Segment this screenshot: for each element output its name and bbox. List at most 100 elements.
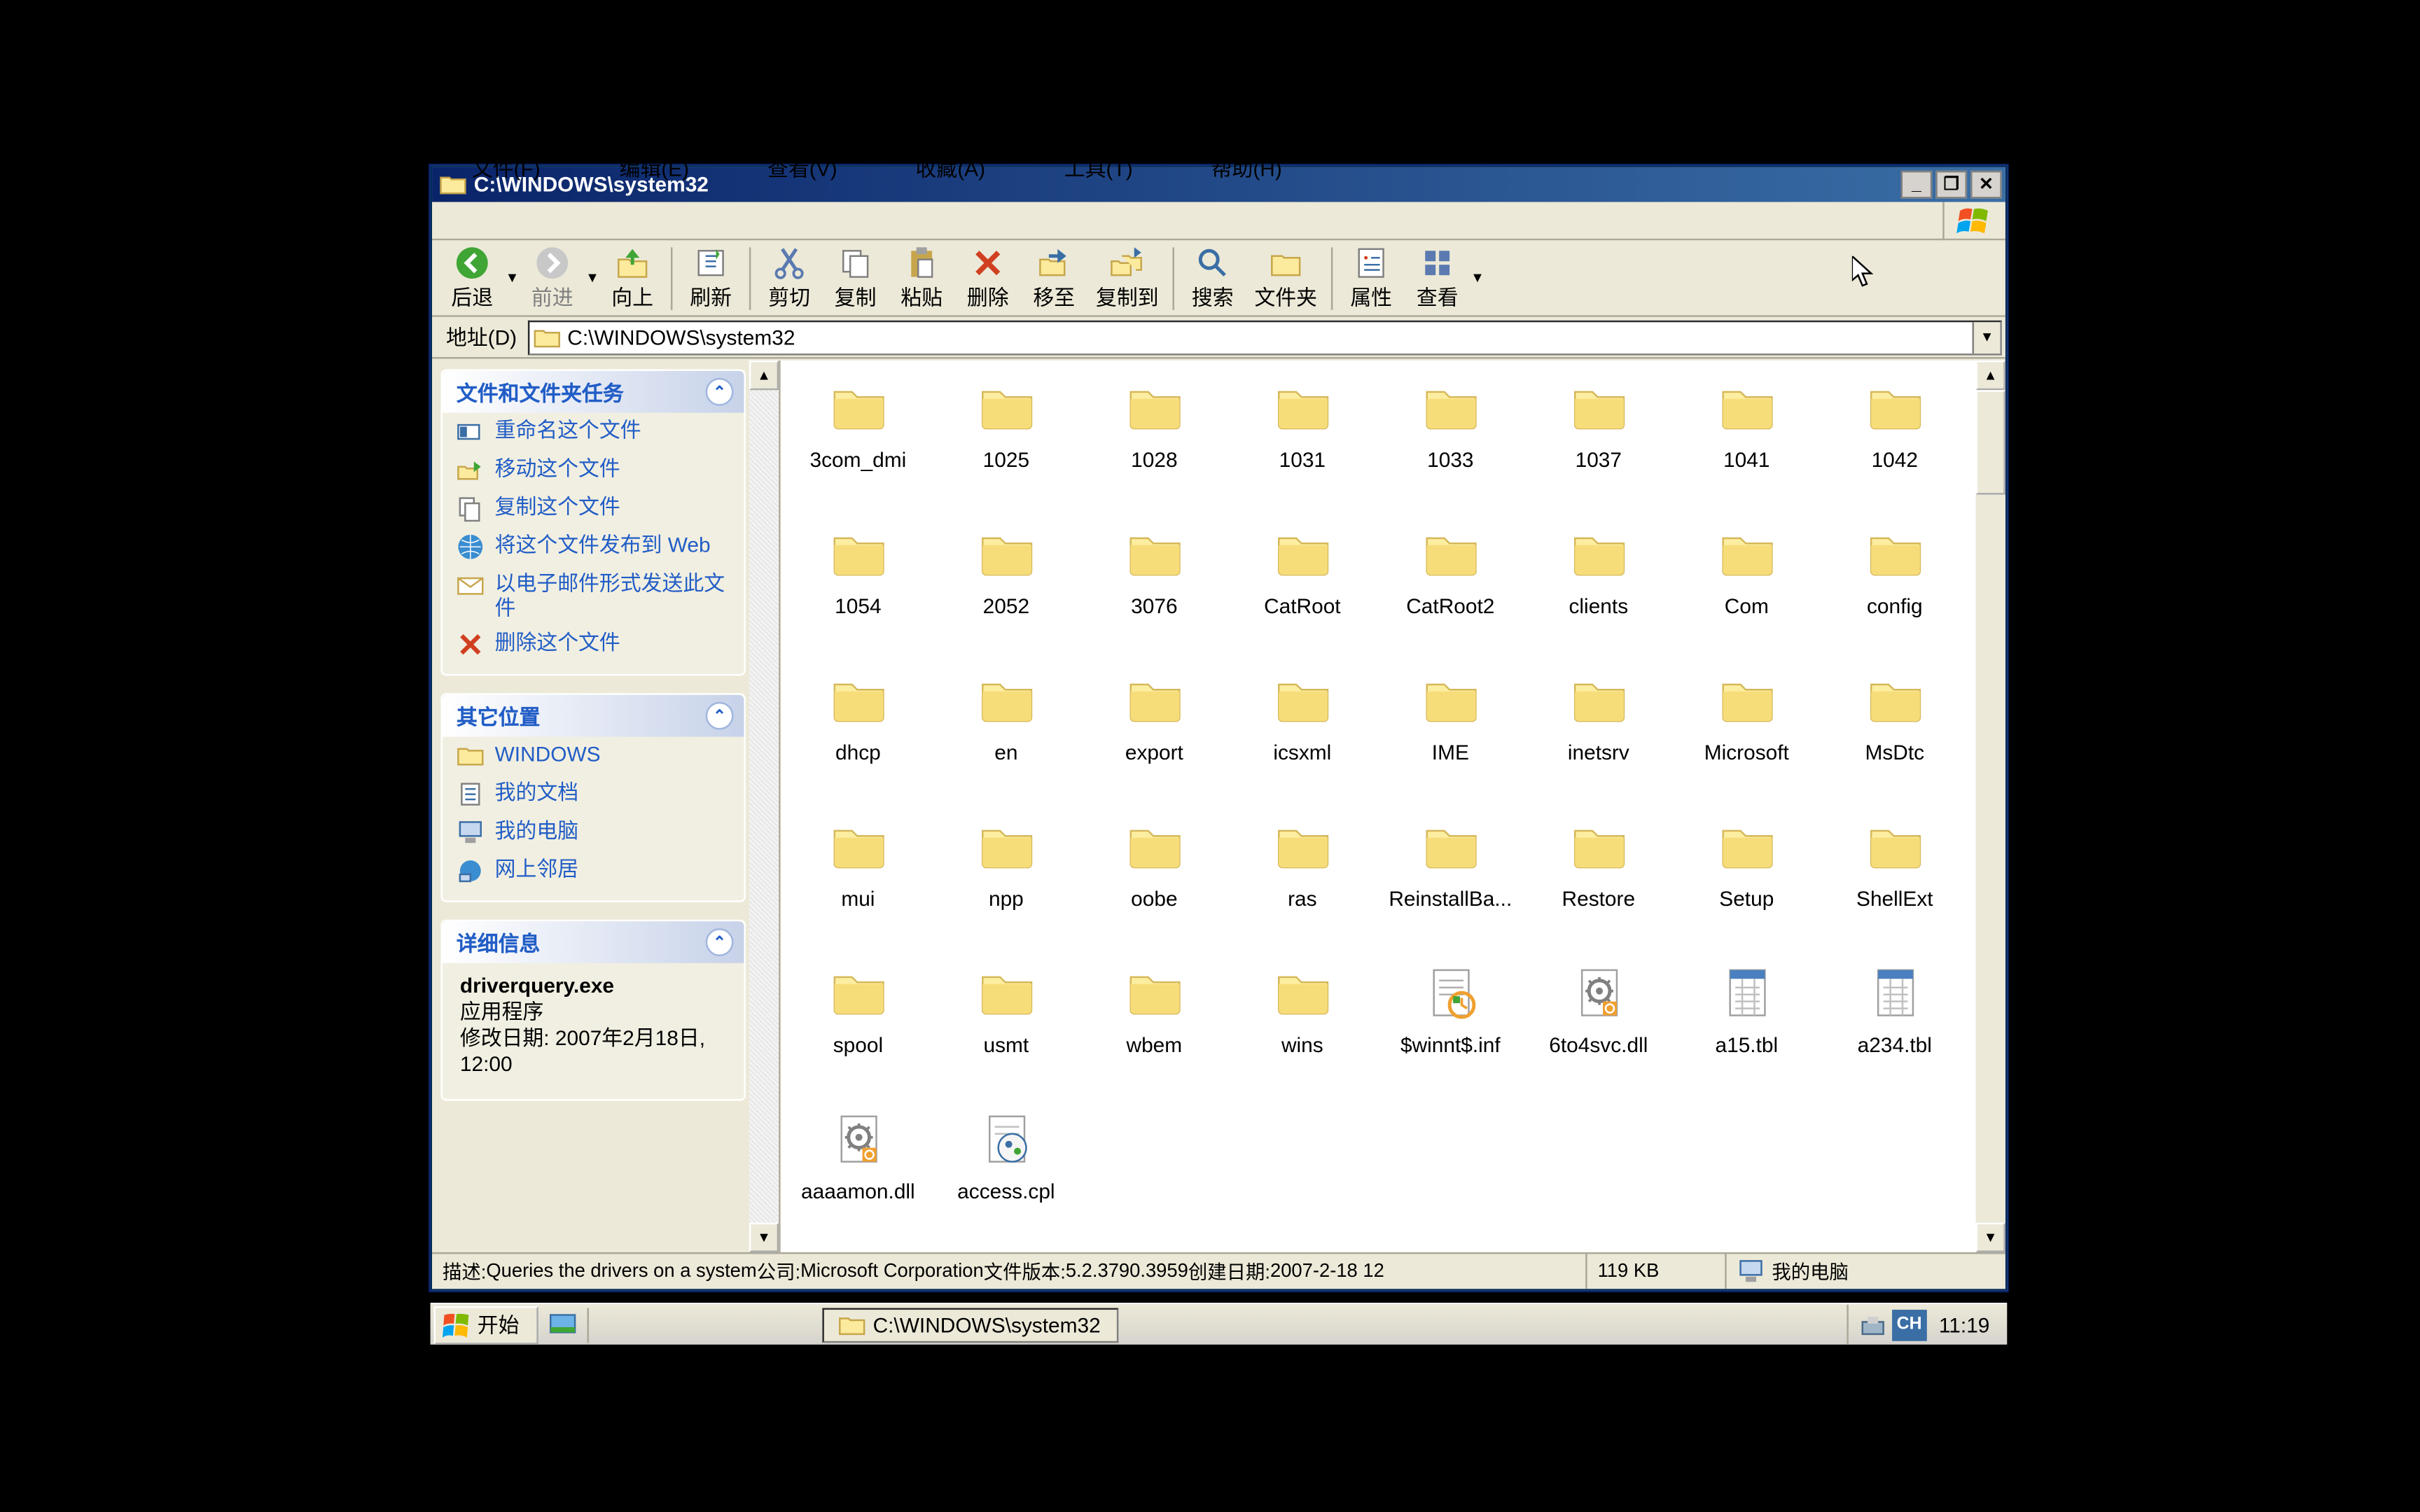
back-dropdown[interactable]: ▼ bbox=[506, 243, 520, 313]
ime-indicator[interactable]: CH bbox=[1892, 1309, 1927, 1340]
minimize-button[interactable]: _ bbox=[1901, 171, 1933, 199]
details-header[interactable]: 详细信息⌃ bbox=[443, 921, 744, 963]
content-scrollbar[interactable]: ▲ ▼ bbox=[1976, 360, 2005, 1252]
file-item[interactable]: Com bbox=[1673, 521, 1821, 667]
views-dropdown[interactable]: ▼ bbox=[1470, 243, 1484, 313]
file-item[interactable]: 3076 bbox=[1080, 521, 1228, 667]
task-publish[interactable]: 将这个文件发布到 Web bbox=[443, 528, 744, 566]
file-item[interactable]: 1042 bbox=[1821, 374, 1968, 521]
file-item[interactable]: access.cpl bbox=[932, 1106, 1080, 1252]
address-field[interactable]: C:\WINDOWS\system32 ▼ bbox=[527, 320, 2002, 355]
file-item[interactable]: aaaamon.dll bbox=[784, 1106, 932, 1252]
file-item[interactable]: config bbox=[1821, 521, 1968, 667]
delete-button[interactable]: 删除 bbox=[954, 243, 1021, 313]
file-item[interactable]: 1054 bbox=[784, 521, 932, 667]
file-name: 1028 bbox=[1127, 447, 1181, 472]
file-item[interactable]: $winnt$.inf bbox=[1377, 960, 1524, 1106]
file-item[interactable]: IME bbox=[1377, 667, 1524, 813]
task-copy[interactable]: 复制这个文件 bbox=[443, 489, 744, 528]
copyto-button[interactable]: 复制到 bbox=[1087, 243, 1167, 313]
scroll-up-button[interactable]: ▲ bbox=[749, 360, 779, 390]
folder-icon bbox=[1867, 820, 1923, 876]
file-item[interactable]: 1025 bbox=[932, 374, 1080, 521]
delete-icon bbox=[457, 631, 485, 659]
refresh-button[interactable]: 刷新 bbox=[678, 243, 744, 313]
task-delete[interactable]: 删除这个文件 bbox=[443, 625, 744, 664]
place-documents[interactable]: 我的文档 bbox=[443, 775, 744, 813]
file-item[interactable]: 1028 bbox=[1080, 374, 1228, 521]
maximize-button[interactable]: ❐ bbox=[1935, 171, 1967, 199]
sidepanel-scrollbar[interactable]: ▲ ▼ bbox=[749, 360, 779, 1252]
file-item[interactable]: MsDtc bbox=[1821, 667, 1968, 813]
clock[interactable]: 11:19 bbox=[1928, 1312, 2000, 1337]
file-item[interactable]: 3com_dmi bbox=[784, 374, 932, 521]
copy-button[interactable]: 复制 bbox=[822, 243, 889, 313]
file-item[interactable]: en bbox=[932, 667, 1080, 813]
file-item[interactable]: spool bbox=[784, 960, 932, 1106]
back-button[interactable]: 后退 bbox=[439, 243, 506, 313]
forward-dropdown[interactable]: ▼ bbox=[585, 243, 599, 313]
scroll-down-button[interactable]: ▼ bbox=[1976, 1223, 2005, 1252]
paste-button[interactable]: 粘贴 bbox=[889, 243, 955, 313]
quicklaunch-desktop[interactable] bbox=[543, 1307, 582, 1342]
file-item[interactable]: oobe bbox=[1080, 813, 1228, 960]
scroll-down-button[interactable]: ▼ bbox=[749, 1223, 779, 1252]
file-name: clients bbox=[1566, 594, 1632, 618]
place-windows[interactable]: WINDOWS bbox=[443, 736, 744, 775]
file-item[interactable]: ShellExt bbox=[1821, 813, 1968, 960]
file-grid[interactable]: 3com_dmi1025 1028 10311033103710411042 1054… bbox=[781, 360, 1976, 1252]
file-item[interactable]: 6to4svc.dll bbox=[1524, 960, 1672, 1106]
file-name: Microsoft bbox=[1701, 740, 1793, 764]
file-item[interactable]: 1033 bbox=[1377, 374, 1524, 521]
place-network[interactable]: 网上邻居 bbox=[443, 852, 744, 890]
file-item[interactable]: export bbox=[1080, 667, 1228, 813]
file-item[interactable]: 1037 bbox=[1524, 374, 1672, 521]
file-item[interactable]: 2052 bbox=[932, 521, 1080, 667]
place-computer[interactable]: 我的电脑 bbox=[443, 813, 744, 852]
search-button[interactable]: 搜索 bbox=[1179, 243, 1246, 313]
file-item[interactable]: Microsoft bbox=[1673, 667, 1821, 813]
address-value: C:\WINDOWS\system32 bbox=[567, 325, 795, 349]
file-item[interactable]: a15.tbl bbox=[1673, 960, 1821, 1106]
file-item[interactable]: icsxml bbox=[1228, 667, 1376, 813]
file-item[interactable]: wbem bbox=[1080, 960, 1228, 1106]
task-move[interactable]: 移动这个文件 bbox=[443, 451, 744, 489]
address-dropdown[interactable]: ▼ bbox=[1973, 321, 2001, 353]
task-email[interactable]: 以电子邮件形式发送此文件 bbox=[443, 566, 744, 626]
up-button[interactable]: 向上 bbox=[599, 243, 666, 313]
scroll-thumb[interactable] bbox=[1976, 390, 2005, 494]
properties-button[interactable]: 属性 bbox=[1338, 243, 1405, 313]
network-icon bbox=[457, 857, 485, 885]
scroll-track[interactable] bbox=[749, 390, 779, 1222]
tray-icon-1[interactable] bbox=[1857, 1309, 1889, 1340]
file-item[interactable]: usmt bbox=[932, 960, 1080, 1106]
folder-icon bbox=[1867, 382, 1923, 438]
file-item[interactable]: Setup bbox=[1673, 813, 1821, 960]
task-rename[interactable]: 重命名这个文件 bbox=[443, 413, 744, 451]
scroll-up-button[interactable]: ▲ bbox=[1976, 360, 2005, 390]
moveto-button[interactable]: 移至 bbox=[1021, 243, 1087, 313]
folders-button[interactable]: 文件夹 bbox=[1246, 243, 1326, 313]
file-item[interactable]: a234.tbl bbox=[1821, 960, 1968, 1106]
tasks-header[interactable]: 文件和文件夹任务⌃ bbox=[443, 371, 744, 413]
file-item[interactable]: ras bbox=[1228, 813, 1376, 960]
folder-icon bbox=[830, 967, 886, 1023]
start-button[interactable]: 开始 bbox=[434, 1306, 538, 1344]
file-item[interactable]: CatRoot bbox=[1228, 521, 1376, 667]
views-button[interactable]: 查看 bbox=[1404, 243, 1470, 313]
file-item[interactable]: wins bbox=[1228, 960, 1376, 1106]
cut-button[interactable]: 剪切 bbox=[756, 243, 823, 313]
close-button[interactable]: ✕ bbox=[1970, 171, 2002, 199]
file-item[interactable]: clients bbox=[1524, 521, 1672, 667]
file-item[interactable]: 1041 bbox=[1673, 374, 1821, 521]
file-item[interactable]: 1031 bbox=[1228, 374, 1376, 521]
file-item[interactable]: CatRoot2 bbox=[1377, 521, 1524, 667]
places-header[interactable]: 其它位置⌃ bbox=[443, 695, 744, 737]
file-item[interactable]: inetsrv bbox=[1524, 667, 1672, 813]
file-item[interactable]: mui bbox=[784, 813, 932, 960]
file-item[interactable]: npp bbox=[932, 813, 1080, 960]
file-item[interactable]: dhcp bbox=[784, 667, 932, 813]
file-item[interactable]: Restore bbox=[1524, 813, 1672, 960]
taskbar-app-explorer[interactable]: C:\WINDOWS\system32 bbox=[822, 1307, 1118, 1342]
file-item[interactable]: ReinstallBa... bbox=[1377, 813, 1524, 960]
